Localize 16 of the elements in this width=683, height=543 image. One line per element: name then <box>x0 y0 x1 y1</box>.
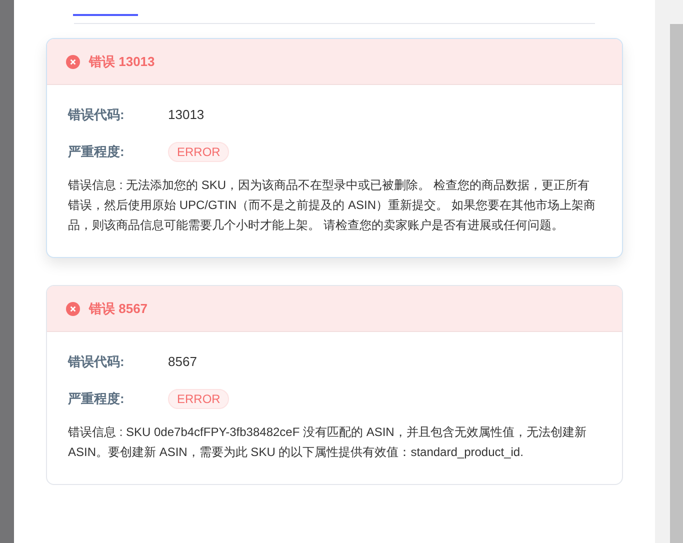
error-title: 错误 13013 <box>89 52 155 71</box>
active-tab-indicator <box>73 14 138 16</box>
field-label: 错误代码: <box>68 353 126 372</box>
field-label: 严重程度: <box>68 143 126 162</box>
error-message: 错误信息 : 无法添加您的 SKU，因为该商品不在型录中或已被删除。 检查您的商品数据，更正所有错误，然后使用原始 UPC/GTIN（而不是之前提及的 ASIN）重新提交。 如果您要在其他市场上架商品，则该商品信息可能需要几个小时才能上架。 请检查您的卖家账户是否有进展或任何问题。 <box>68 177 596 234</box>
scrollbar-thumb[interactable] <box>670 24 683 543</box>
severity-tag: ERROR <box>168 389 230 409</box>
error-icon <box>66 302 80 316</box>
error-title: 错误 8567 <box>89 300 148 318</box>
field-label: 严重程度: <box>68 390 126 408</box>
error-message: 错误信息 : SKU 0de7b4cfFPY-3fb38482ceF 没有匹配的 ASIN，并且包含无效属性值，无法创建新 ASIN。要创建新 ASIN，需要为此 SKU 的以下属性提供有效值：standard_product_id. <box>68 424 588 461</box>
field-label: 错误代码: <box>68 106 126 124</box>
error-code-value: 13013 <box>168 106 204 124</box>
error-icon <box>66 54 80 68</box>
severity-tag: ERROR <box>168 142 230 162</box>
error-code-value: 8567 <box>168 353 197 372</box>
